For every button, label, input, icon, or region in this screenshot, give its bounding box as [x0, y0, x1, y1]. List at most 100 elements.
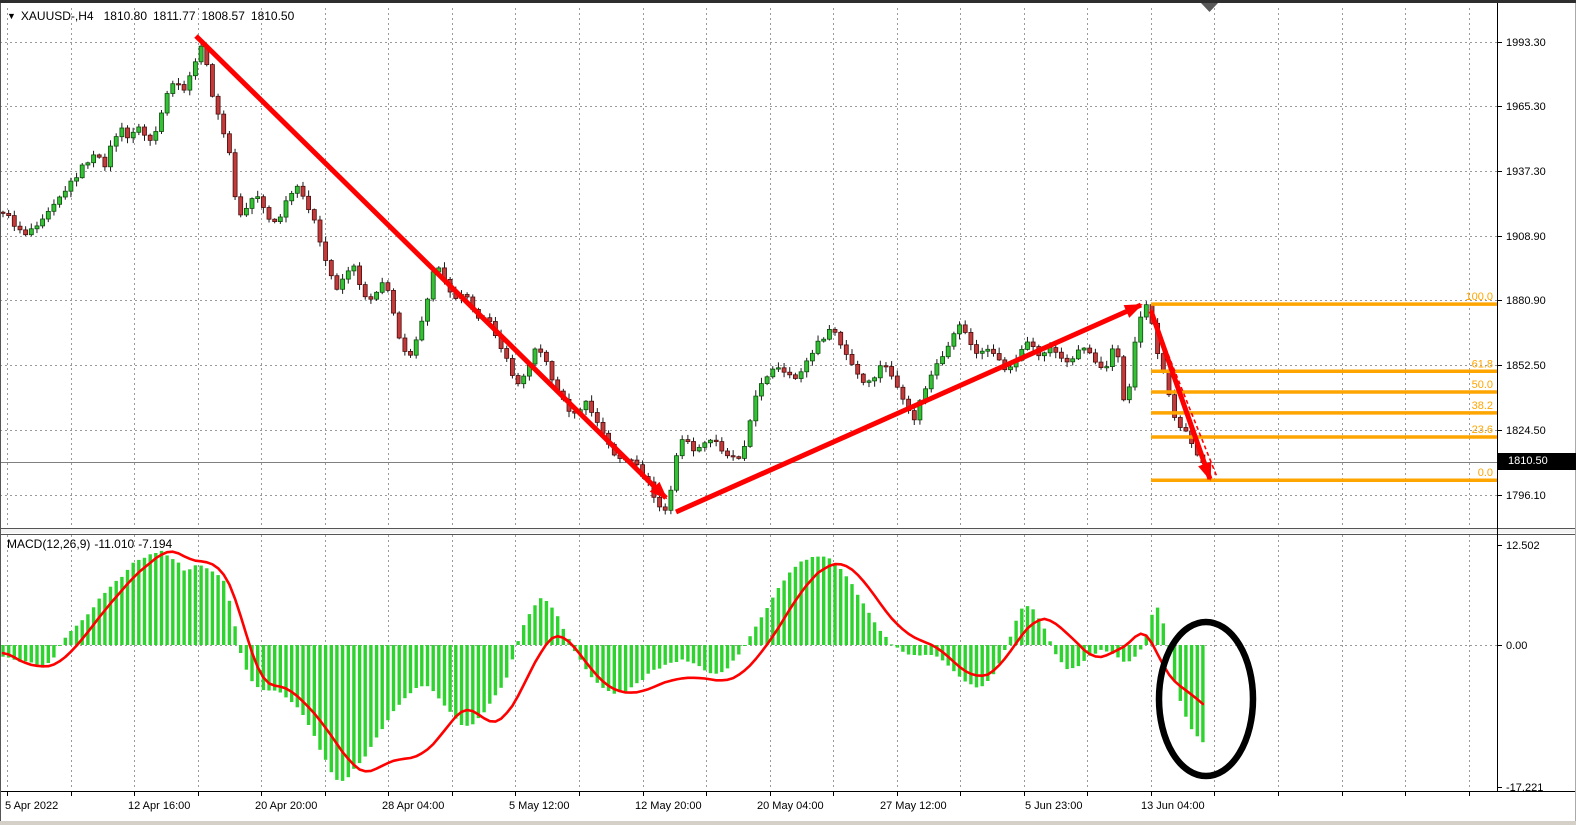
- candle: [261, 194, 265, 213]
- price-tick-label: 1880.90: [1506, 295, 1546, 307]
- candle: [952, 332, 956, 350]
- current-bar-marker[interactable]: [1201, 3, 1218, 12]
- candle: [397, 311, 401, 339]
- macd-bar: [335, 645, 338, 780]
- macd-bar: [828, 558, 831, 645]
- trend-arrow[interactable]: [196, 36, 666, 498]
- macd-bar: [205, 568, 208, 645]
- macd-bar: [765, 608, 768, 645]
- macd-bar: [307, 645, 310, 725]
- macd-bar: [1094, 645, 1097, 654]
- candle: [709, 439, 713, 447]
- candle: [522, 374, 526, 389]
- trend-arrow[interactable]: [676, 305, 1141, 512]
- macd-bar: [647, 645, 650, 674]
- candle: [103, 154, 107, 171]
- macd-bar: [194, 565, 197, 645]
- macd-bar: [867, 613, 870, 645]
- candle: [414, 337, 418, 359]
- macd-bar: [952, 645, 955, 671]
- candle: [510, 355, 514, 379]
- macd-bar: [454, 645, 457, 719]
- candle: [1105, 361, 1109, 372]
- macd-bar: [890, 644, 893, 645]
- candle: [86, 162, 90, 169]
- macd-bar: [998, 645, 1001, 664]
- macd-bar: [794, 567, 797, 645]
- candle: [714, 435, 718, 447]
- macd-bar: [98, 599, 101, 645]
- candle: [295, 184, 299, 198]
- time-tick-label: 13 Jun 04:00: [1141, 800, 1205, 812]
- candle: [946, 342, 950, 359]
- candle: [143, 124, 147, 141]
- time-tick-label: 12 May 20:00: [635, 800, 702, 812]
- candle: [35, 222, 39, 233]
- macd-bar: [913, 645, 916, 655]
- macd-bar: [216, 575, 219, 645]
- macd-bar: [618, 645, 621, 692]
- macd-bar: [75, 626, 78, 645]
- trend-arrow[interactable]: [1151, 311, 1210, 479]
- candle: [935, 359, 939, 379]
- candle: [256, 191, 260, 203]
- candle: [669, 486, 673, 514]
- candle: [307, 190, 311, 213]
- macd-bar: [1026, 606, 1029, 645]
- macd-bar: [816, 557, 819, 645]
- macd-bar: [1179, 645, 1182, 701]
- candle: [884, 362, 888, 372]
- macd-bar: [681, 645, 684, 660]
- macd-bar: [782, 581, 785, 646]
- macd-bar: [1048, 641, 1051, 645]
- candle: [539, 344, 543, 357]
- candle: [1122, 355, 1126, 401]
- macd-bar: [969, 645, 972, 684]
- candle: [969, 328, 973, 350]
- candle: [1116, 345, 1120, 362]
- candle: [160, 110, 164, 134]
- macd-bar: [233, 626, 236, 645]
- candle: [1093, 349, 1097, 365]
- candle: [850, 349, 854, 366]
- macd-bar: [432, 645, 435, 691]
- macd-bar: [1128, 645, 1131, 661]
- macd-bar: [556, 616, 559, 645]
- candle: [346, 267, 350, 284]
- candle: [131, 128, 135, 143]
- candle: [1, 211, 5, 218]
- candle: [1178, 415, 1182, 430]
- candle: [1082, 347, 1086, 354]
- candle: [409, 349, 413, 358]
- macd-bar: [1196, 645, 1199, 736]
- chart-canvas[interactable]: 100.061.850.038.223.60.01993.301965.3019…: [0, 0, 1576, 825]
- candle: [41, 214, 45, 228]
- price-tick-label: 1796.10: [1506, 490, 1546, 502]
- candle: [324, 237, 328, 266]
- macd-bar: [324, 645, 327, 760]
- macd-bar: [833, 563, 836, 645]
- candle: [765, 375, 769, 385]
- macd-bar: [47, 645, 50, 663]
- macd-bar: [675, 645, 678, 662]
- macd-bar: [386, 645, 389, 720]
- macd-bar: [731, 645, 734, 661]
- macd-bar: [143, 558, 146, 645]
- macd-bar: [409, 645, 412, 693]
- candle: [227, 131, 231, 155]
- macd-bar: [981, 645, 984, 686]
- candle: [748, 419, 752, 448]
- candle: [188, 72, 192, 96]
- candle: [318, 216, 322, 247]
- macd-bar: [103, 593, 106, 645]
- candle: [941, 351, 945, 365]
- macd-bar: [726, 645, 729, 668]
- macd-bar: [1201, 645, 1204, 742]
- candle: [250, 197, 254, 214]
- macd-bar: [703, 645, 706, 670]
- macd-bar: [964, 645, 967, 682]
- price-tick-label: 1937.30: [1506, 166, 1546, 178]
- bottom-strip: [0, 821, 1576, 825]
- macd-bar: [52, 645, 55, 658]
- candle: [584, 400, 588, 415]
